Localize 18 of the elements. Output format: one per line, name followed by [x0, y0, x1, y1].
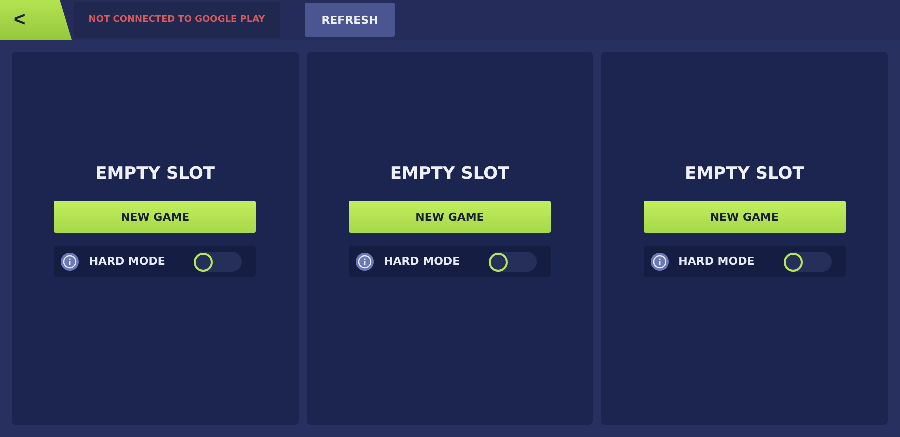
slot-title: EMPTY SLOT — [94, 164, 216, 186]
hard-mode-toggle[interactable] — [194, 252, 242, 272]
option-label: HARD MODE — [89, 255, 166, 268]
option-label: HARD MODE — [384, 255, 462, 268]
hard-mode-toggle[interactable] — [488, 252, 537, 272]
refresh-button[interactable]: REFRESH — [305, 3, 395, 37]
slot-title: EMPTY SLOT — [389, 164, 511, 186]
info-icon[interactable] — [650, 252, 669, 270]
back-button[interactable]: < — [0, 0, 72, 40]
slot-title: EMPTY SLOT — [684, 164, 806, 186]
option-label: HARD MODE — [678, 255, 756, 268]
info-icon[interactable] — [356, 252, 374, 270]
new-game-button[interactable]: NEW GAME — [644, 201, 846, 233]
new-game-button[interactable]: NEW GAME — [54, 201, 256, 233]
info-icon[interactable] — [61, 252, 80, 270]
new-game-button[interactable]: NEW GAME — [348, 201, 551, 233]
status-text: NOT CONNECTED TO GOOGLE PLAY — [88, 15, 266, 25]
hard-mode-toggle[interactable] — [784, 252, 832, 272]
